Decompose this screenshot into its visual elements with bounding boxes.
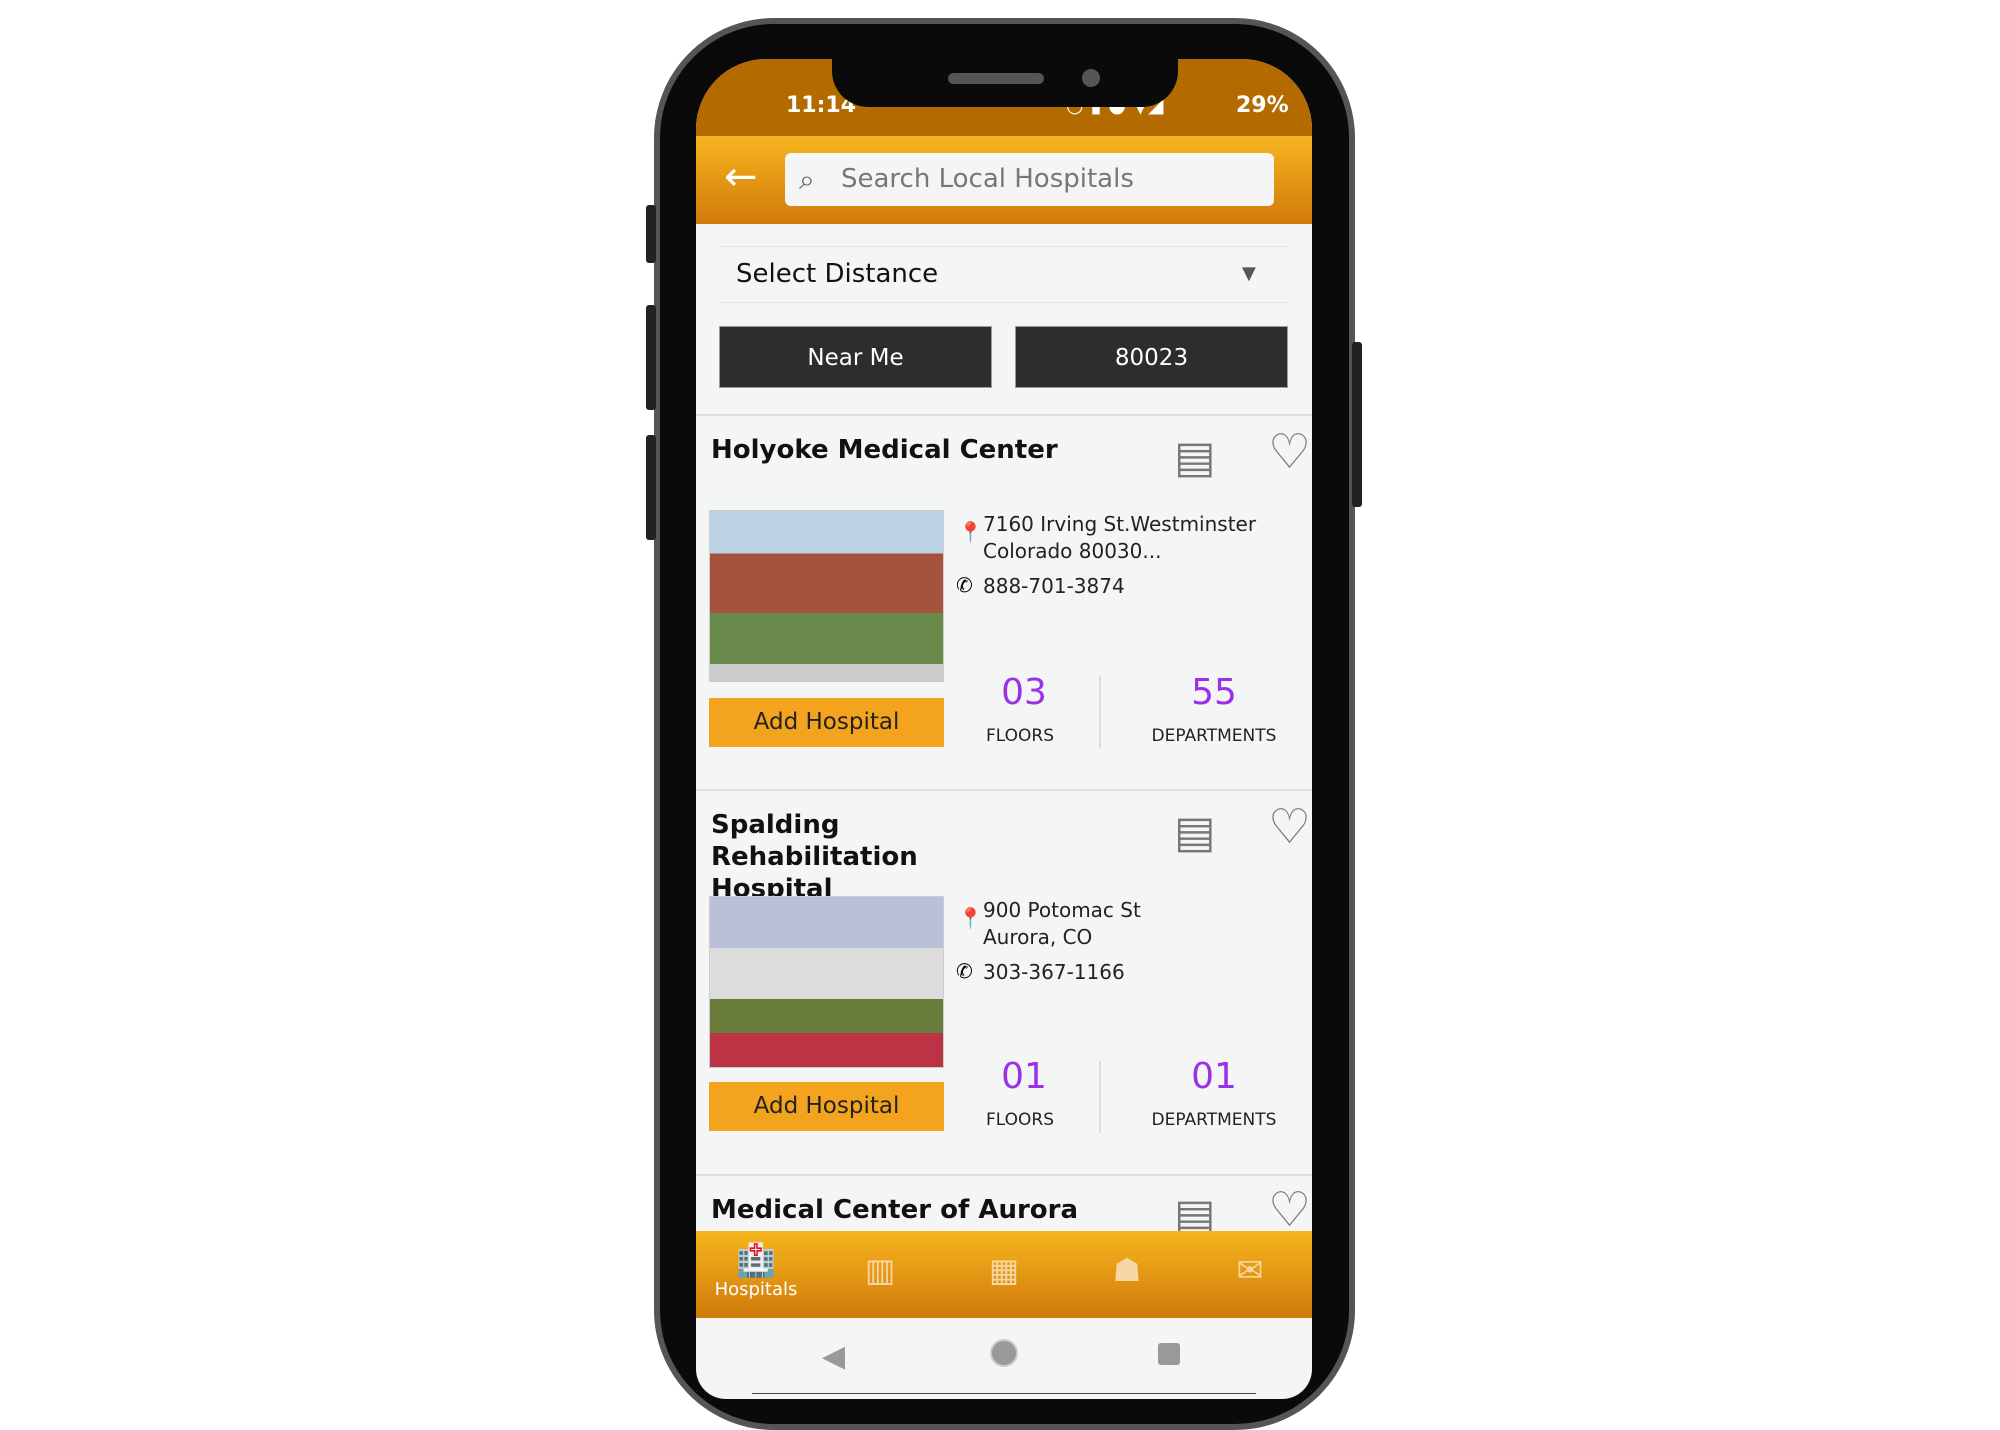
back-arrow-icon[interactable]: ←	[724, 154, 758, 200]
location-pin-icon: 📍	[958, 906, 983, 930]
hospital-card[interactable]: Spalding Rehabilitation Hospital ▤ ♡ Add…	[696, 789, 1312, 1174]
floors-label: FLOORS	[985, 726, 1054, 746]
hospital-card[interactable]: Medical Center of Aurora ▤ ♡	[696, 1174, 1312, 1231]
floors-count: 03	[1001, 672, 1047, 713]
nav-hospitals[interactable]: 🏥 Hospitals	[710, 1241, 802, 1300]
hospital-name: Spalding Rehabilitation Hospital	[711, 810, 918, 904]
search-input[interactable]: ⌕ Search Local Hospitals	[785, 153, 1274, 206]
hospital-card[interactable]: Holyoke Medical Center ▤ ♡ Add Hospital …	[696, 414, 1312, 789]
phone-icon: ✆	[956, 959, 973, 983]
floors-label: FLOORS	[985, 1110, 1054, 1130]
hospital-phone[interactable]: 303-367-1166	[983, 959, 1125, 986]
add-hospital-button[interactable]: Add Hospital	[709, 1082, 944, 1131]
hospital-name: Medical Center of Aurora	[711, 1195, 1079, 1225]
mail-icon[interactable]: ✉	[1220, 1251, 1280, 1289]
notch	[832, 59, 1178, 107]
stat-divider	[1099, 676, 1101, 748]
home-nav-icon[interactable]	[990, 1339, 1018, 1367]
hospital-image	[709, 510, 944, 682]
hospital-address: 900 Potomac St Aurora, CO	[983, 898, 1141, 949]
departments-count: 01	[1191, 1056, 1237, 1097]
heart-call-icon[interactable]: ♡	[1268, 424, 1311, 480]
location-pin-icon: 📍	[958, 520, 983, 544]
near-me-button[interactable]: Near Me	[719, 326, 992, 388]
add-hospital-button[interactable]: Add Hospital	[709, 698, 944, 747]
search-placeholder: Search Local Hospitals	[841, 164, 1134, 194]
heart-call-icon[interactable]: ♡	[1268, 799, 1311, 855]
dashboard-icon[interactable]: ▦	[974, 1251, 1034, 1289]
screen: 11:14 ◔ ▮ ● ▼◢ 29% ← ⌕ Search Local Hosp…	[696, 59, 1312, 1399]
stat-divider	[1099, 1061, 1101, 1133]
chevron-down-icon: ▼	[1242, 263, 1256, 284]
toolbar: ← ⌕ Search Local Hospitals	[696, 136, 1312, 224]
bottom-nav: 🏥 Hospitals ▥ ▦ ☗ ✉	[696, 1231, 1312, 1318]
gesture-line	[752, 1393, 1256, 1394]
departments-label: DEPARTMENTS	[1151, 1110, 1277, 1130]
volume-up-button	[646, 305, 656, 410]
nav-hospitals-label: Hospitals	[714, 1279, 798, 1300]
distance-select[interactable]: Select Distance ▼	[720, 246, 1288, 303]
directory-icon[interactable]: ▤	[1174, 432, 1216, 483]
zip-button[interactable]: 80023	[1015, 326, 1288, 388]
heart-call-icon[interactable]: ♡	[1268, 1182, 1311, 1231]
library-icon[interactable]: ▥	[850, 1251, 910, 1289]
departments-label: DEPARTMENTS	[1151, 726, 1277, 746]
hospitals-icon: 🏥	[736, 1241, 776, 1279]
group-icon[interactable]: ☗	[1097, 1251, 1157, 1289]
directory-icon[interactable]: ▤	[1174, 807, 1216, 858]
battery-level: 29%	[1236, 93, 1289, 118]
hospital-image	[709, 896, 944, 1068]
phone-icon: ✆	[956, 573, 973, 597]
distance-select-label: Select Distance	[736, 259, 939, 289]
hospital-name: Holyoke Medical Center	[711, 435, 1058, 465]
departments-count: 55	[1191, 672, 1237, 713]
volume-down-button	[646, 435, 656, 540]
back-nav-icon[interactable]: ◀	[822, 1339, 845, 1374]
search-icon: ⌕	[799, 163, 815, 196]
power-button	[1352, 342, 1362, 507]
recents-nav-icon[interactable]	[1158, 1343, 1180, 1365]
directory-icon[interactable]: ▤	[1174, 1190, 1216, 1231]
hospital-phone[interactable]: 888-701-3874	[983, 573, 1125, 600]
hospital-address: 7160 Irving St.Westminster Colorado 80030…	[983, 512, 1257, 563]
floors-count: 01	[1001, 1056, 1047, 1097]
side-button	[646, 205, 656, 263]
